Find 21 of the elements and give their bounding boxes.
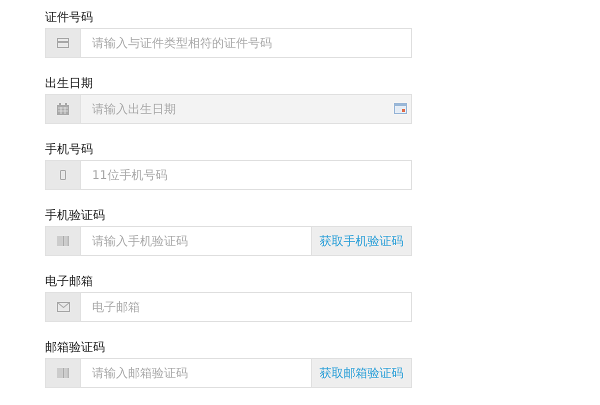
field-label: 邮箱验证码 [45, 339, 105, 356]
input-field[interactable]: 请输入邮箱验证码 [80, 358, 312, 388]
field-label: 手机验证码 [45, 207, 105, 224]
card-icon [57, 38, 69, 48]
get-code-button[interactable]: 获取手机验证码 [312, 226, 412, 256]
field-label: 电子邮箱 [45, 273, 93, 290]
barcode-icon [57, 236, 69, 246]
input-field[interactable]: 11位手机号码 [80, 160, 412, 190]
calendar-icon [57, 103, 69, 115]
input-field[interactable]: 请输入手机验证码 [80, 226, 312, 256]
input-field[interactable]: 请输入与证件类型相符的证件号码 [80, 28, 412, 58]
input-field[interactable]: 电子邮箱 [80, 292, 412, 322]
phone-icon [60, 170, 66, 180]
field-label: 证件号码 [45, 9, 93, 26]
get-code-button[interactable]: 获取邮箱验证码 [312, 358, 412, 388]
field-label: 手机号码 [45, 141, 93, 158]
calendar-icon[interactable] [394, 103, 407, 114]
mail-icon [56, 302, 70, 312]
field-label: 出生日期 [45, 75, 93, 92]
input-field[interactable]: 请输入出生日期 [80, 94, 412, 124]
barcode-icon [57, 368, 69, 378]
